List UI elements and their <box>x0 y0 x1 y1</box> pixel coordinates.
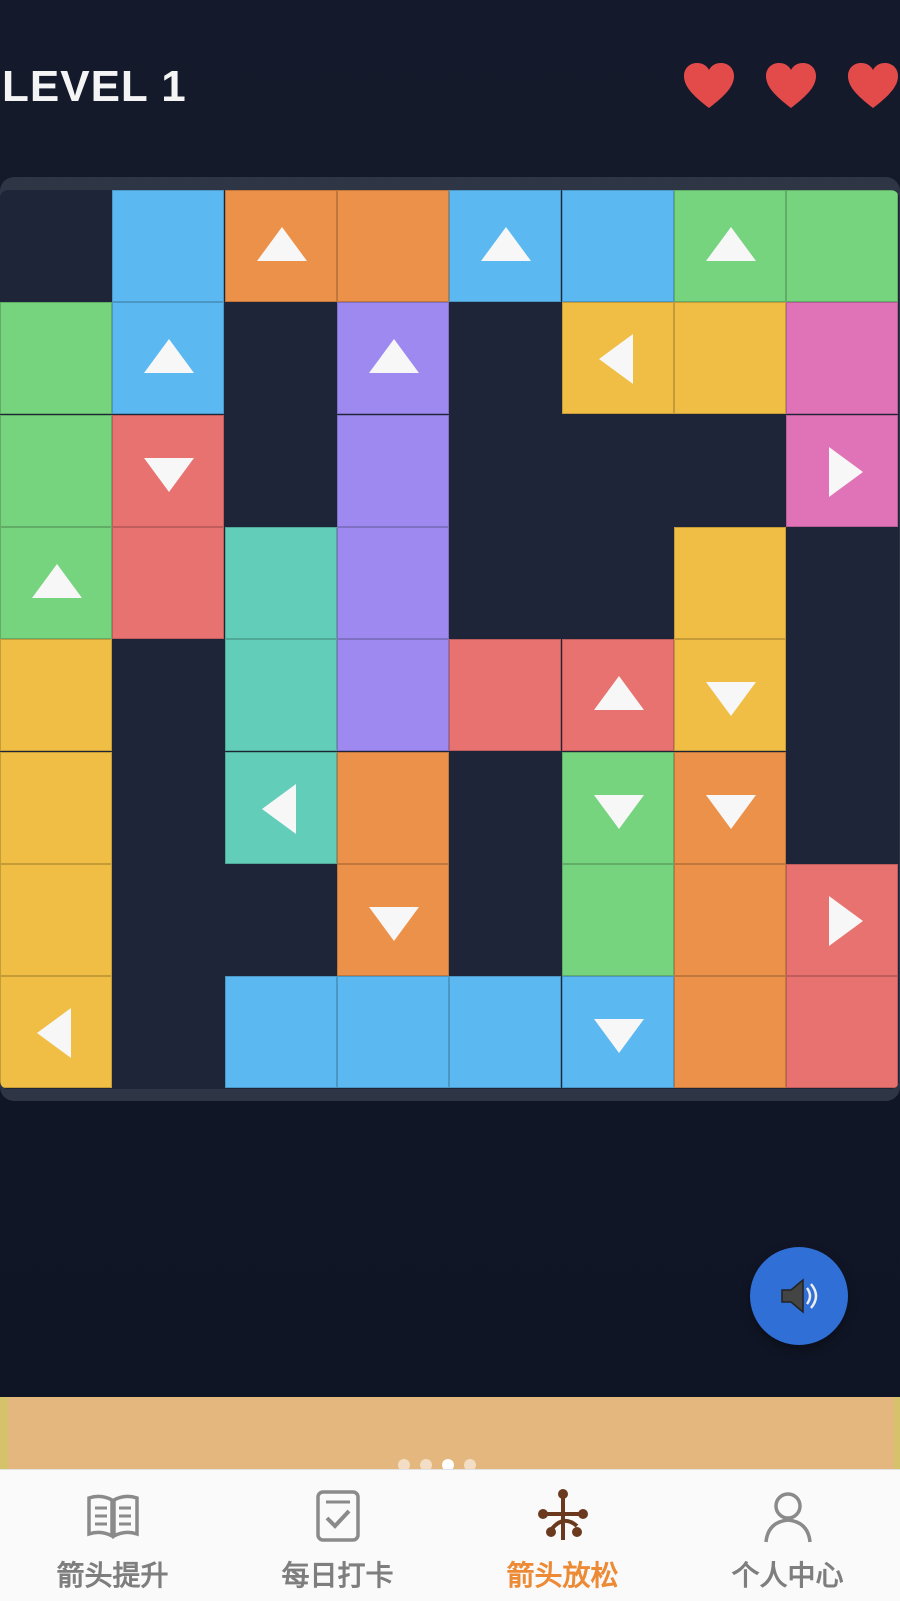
block-segment <box>336 976 449 1089</box>
board-grid <box>0 190 899 1089</box>
block-segment <box>0 414 112 527</box>
tab-arrow-improve[interactable]: 箭头提升 <box>0 1470 225 1601</box>
block-segment <box>224 976 337 1089</box>
arrow-block[interactable] <box>786 414 899 527</box>
book-icon <box>86 1494 139 1539</box>
arrow-block[interactable] <box>786 863 899 976</box>
arrow-block[interactable] <box>336 302 449 415</box>
arrow-right-icon <box>829 446 864 497</box>
arrow-up-icon <box>705 227 756 261</box>
tab-daily-checkin[interactable]: 每日打卡 <box>225 1470 450 1601</box>
arrow-block[interactable] <box>0 526 112 639</box>
speaker-icon <box>781 1278 818 1314</box>
block-segment <box>336 190 449 302</box>
block-segment <box>673 976 786 1089</box>
level-title: LEVEL 1 <box>2 62 187 111</box>
heart-icon <box>766 63 816 108</box>
arrow-block[interactable] <box>561 751 674 864</box>
heart-icon <box>684 63 734 108</box>
block-segment <box>336 751 449 864</box>
arrow-down-icon <box>705 682 756 717</box>
arrow-down-icon <box>593 1019 644 1054</box>
person-icon <box>763 1492 812 1543</box>
arrow-block[interactable] <box>561 976 674 1089</box>
block-segment <box>224 639 337 752</box>
tab-arrow-relax[interactable]: 箭头放松 <box>450 1470 675 1601</box>
tab-label: 每日打卡 <box>281 1560 394 1591</box>
lives-indicator <box>682 62 900 110</box>
arrow-down-icon <box>144 457 195 492</box>
block-segment <box>112 190 225 302</box>
block-segment <box>336 639 449 752</box>
nodes-icon <box>537 1489 588 1540</box>
tab-label: 箭头放松 <box>506 1560 619 1591</box>
heart-icon <box>848 63 898 108</box>
arrow-up-icon <box>144 339 195 374</box>
block-segment <box>673 863 786 976</box>
block-segment <box>0 751 112 864</box>
arrow-block[interactable] <box>673 639 786 752</box>
arrow-block[interactable] <box>673 751 786 864</box>
arrow-block[interactable] <box>561 302 674 415</box>
block-segment <box>673 526 786 639</box>
arrow-left-icon <box>261 783 296 834</box>
arrow-down-icon <box>593 794 644 829</box>
arrow-block[interactable] <box>561 639 674 752</box>
arrow-down-icon <box>368 906 419 941</box>
arrow-block[interactable] <box>673 190 786 302</box>
block-segment <box>786 976 899 1089</box>
block-segment <box>786 302 899 415</box>
arrow-down-icon <box>705 794 756 829</box>
arrow-up-icon <box>593 676 644 711</box>
arrow-block[interactable] <box>112 302 225 415</box>
block-segment <box>112 526 225 639</box>
arrow-up-icon <box>256 227 307 261</box>
arrow-block[interactable] <box>224 190 337 302</box>
tab-profile[interactable]: 个人中心 <box>675 1470 900 1601</box>
sound-toggle-button[interactable] <box>750 1247 848 1345</box>
game-board <box>0 177 900 1101</box>
arrow-block[interactable] <box>336 863 449 976</box>
block-segment <box>786 190 899 302</box>
arrow-up-icon <box>481 227 532 261</box>
block-segment <box>0 863 112 976</box>
arrow-right-icon <box>829 895 864 946</box>
block-segment <box>561 863 674 976</box>
arrow-left-icon <box>598 334 633 385</box>
block-segment <box>0 302 112 415</box>
block-segment <box>0 639 112 752</box>
block-segment <box>336 414 449 527</box>
block-segment <box>224 526 337 639</box>
arrow-block[interactable] <box>0 976 112 1089</box>
tab-label: 箭头提升 <box>56 1560 169 1591</box>
block-segment <box>449 639 562 752</box>
checkin-icon <box>315 1490 360 1542</box>
block-segment <box>449 976 562 1089</box>
bottom-tab-bar: 箭头提升 每日打卡 箭头放松 个人中心 <box>0 1469 900 1601</box>
arrow-up-icon <box>368 339 419 374</box>
arrow-up-icon <box>32 563 82 598</box>
arrow-left-icon <box>37 1008 71 1059</box>
arrow-block[interactable] <box>112 414 225 527</box>
tab-label: 个人中心 <box>731 1560 844 1591</box>
arrow-block[interactable] <box>224 751 337 864</box>
block-segment <box>336 526 449 639</box>
block-segment <box>673 302 786 415</box>
block-segment <box>561 190 674 302</box>
arrow-block[interactable] <box>449 190 562 302</box>
